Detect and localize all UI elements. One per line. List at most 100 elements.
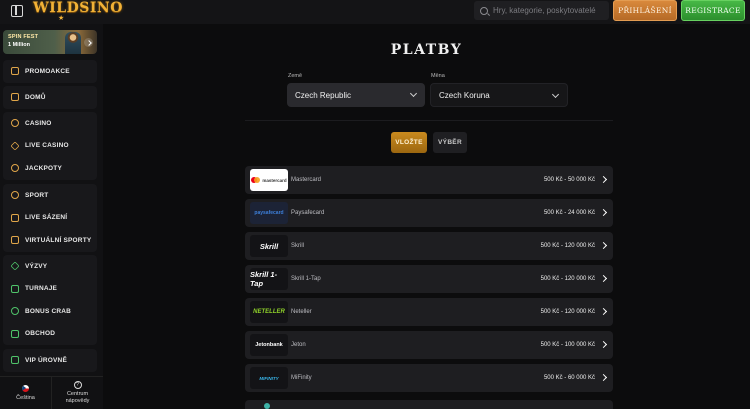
sidebar-item-label: BONUS CRAB [25,307,72,315]
nav-group-vip: VIP ÚROVNĚ [3,349,97,372]
sidebar-item-label: CASINO [25,119,52,127]
skrill-logo: Skrill [250,235,288,257]
sidebar-item-home[interactable]: DOMŮ [3,86,97,109]
mastercard-circles-icon [251,177,261,183]
nav-group-rewards: VÝZVY TURNAJE BONUS CRAB OBCHOD [3,255,97,345]
payment-method-skrill[interactable]: Skrill Skrill 500 Kč - 120 000 Kč [245,232,613,260]
country-select[interactable]: Czech Republic [287,83,425,107]
neteller-logo: NETELLER [250,301,288,323]
sidebar-item-live-betting[interactable]: LIVE SÁZENÍ [3,207,97,230]
sidebar-item-label: OBCHOD [25,330,56,338]
register-button[interactable]: REGISTRACE [681,0,745,21]
payment-method-partial[interactable] [245,400,613,409]
promo-title: SPIN FEST [8,34,39,40]
gift-icon [11,67,19,76]
home-icon [11,93,19,102]
promo-banner[interactable]: SPIN FEST 1 Million [3,30,97,54]
chevron-down-icon [409,89,418,98]
search-icon [480,6,488,15]
chevron-right-icon [599,307,608,316]
payment-method-range: 500 Kč - 100 000 Kč [540,342,595,348]
payment-method-range: 500 Kč - 120 000 Kč [540,276,595,282]
payment-method-jeton[interactable]: Jetonbank Jeton 500 Kč - 100 000 Kč [245,331,613,359]
sidebar-item-jackpots[interactable]: JACKPOTY [3,157,97,180]
payment-method-name: Mastercard [291,177,322,183]
nav-group-casino: CASINO LIVE CASINO JACKPOTY [3,112,97,180]
czech-flag-icon [22,384,29,392]
payment-method-range: 500 Kč - 120 000 Kč [540,243,595,249]
skrill-1tap-logo: Skrill 1-Tap [250,268,288,290]
country-value: Czech Republic [295,90,352,100]
sidebar-footer: Čeština ? Centrum nápovědy [0,376,103,409]
currency-value: Czech Koruna [439,90,490,100]
payment-method-range: 500 Kč - 50 000 Kč [543,177,595,183]
sidebar-item-casino[interactable]: CASINO [3,112,97,135]
sidebar-item-challenges[interactable]: VÝZVY [3,255,97,278]
payment-method-range: 500 Kč - 24 000 Kč [543,210,595,216]
help-label-line1: Centrum [66,391,89,397]
sidebar-item-shop[interactable]: OBCHOD [3,323,97,346]
jetonbank-logo: Jetonbank [250,334,288,356]
search-input[interactable] [493,6,608,15]
login-button[interactable]: PŘIHLÁŠENÍ [613,0,677,21]
mastercard-logo-text: mastercard [262,177,287,183]
nav-group-sport: SPORT LIVE SÁZENÍ VIRTUÁLNÍ SPORTY [3,184,97,252]
language-selector[interactable]: Čeština [0,377,51,409]
nav-group-home: DOMŮ [3,86,97,109]
promo-character-image [65,32,81,54]
sidebar-item-label: LIVE CASINO [25,142,69,150]
tab-withdraw[interactable]: VÝBĚR [433,132,467,153]
crab-icon [11,307,19,316]
chevron-right-icon [599,208,608,217]
payment-method-mifinity[interactable]: MIFINITY MiFinity 500 Kč - 60 000 Kč [245,364,613,392]
sidebar-item-label: VIRTUÁLNÍ SPORTY [25,236,92,244]
payment-method-name: MiFinity [291,375,312,381]
help-center-link[interactable]: ? Centrum nápovědy [51,377,103,409]
sidebar-toggle-icon[interactable] [11,5,23,17]
jackpot-icon [11,164,19,173]
payment-method-neteller[interactable]: NETELLER Neteller 500 Kč - 120 000 Kč [245,298,613,326]
sidebar-item-label: PROMOAKCE [25,67,70,75]
payment-method-name: Jeton [291,342,306,348]
main-content: PLATBY Země Czech Republic Měna Czech Ko… [103,24,750,409]
section-divider [245,120,613,121]
sidebar-item-label: SPORT [25,191,49,199]
search-box[interactable] [474,1,609,20]
payment-method-skrill-1tap[interactable]: Skrill 1-Tap Skrill 1-Tap 500 Kč - 120 0… [245,265,613,293]
currency-select[interactable]: Czech Koruna [430,83,568,107]
payment-method-name: Neteller [291,309,312,315]
payment-method-name: Paysafecard [291,210,325,216]
sidebar-item-live-casino[interactable]: LIVE CASINO [3,135,97,158]
sidebar-item-label: VIP ÚROVNĚ [25,356,67,364]
chevron-right-icon [599,241,608,250]
top-header: WILDSINO ★ PŘIHLÁŠENÍ REGISTRACE [0,0,750,24]
mastercard-logo: mastercard [250,169,288,191]
sidebar-item-promoakce[interactable]: PROMOAKCE [3,60,97,83]
tab-deposit[interactable]: VLOŽTE [391,132,427,153]
casino-chip-icon [11,119,19,128]
payment-method-range: 500 Kč - 120 000 Kč [540,309,595,315]
vip-crown-icon [11,356,19,365]
payment-method-mastercard[interactable]: mastercard Mastercard 500 Kč - 50 000 Kč [245,166,613,194]
promo-arrow-icon[interactable] [84,38,93,47]
sidebar: SPIN FEST 1 Million PROMOAKCE DOMŮ CASIN… [0,24,103,409]
challenge-icon [10,261,20,271]
page-title: PLATBY [390,42,463,58]
sidebar-item-virtual-sports[interactable]: VIRTUÁLNÍ SPORTY [3,229,97,252]
chevron-right-icon [599,274,608,283]
sidebar-item-label: DOMŮ [25,93,46,101]
sidebar-item-sport[interactable]: SPORT [3,184,97,207]
mifinity-logo: MIFINITY [250,367,288,389]
help-label-line2: nápovědy [65,398,90,404]
payment-method-name: Skrill 1-Tap [291,276,321,282]
sidebar-item-label: VÝZVY [25,262,48,270]
trophy-icon [11,284,19,293]
sidebar-item-vip-levels[interactable]: VIP ÚROVNĚ [3,349,97,372]
brand-logo[interactable]: WILDSINO [33,0,123,16]
payment-method-paysafecard[interactable]: paysafecard Paysafecard 500 Kč - 24 000 … [245,199,613,227]
sidebar-item-tournaments[interactable]: TURNAJE [3,278,97,301]
chevron-right-icon [599,340,608,349]
sidebar-item-bonus-crab[interactable]: BONUS CRAB [3,300,97,323]
payment-methods-list: mastercard Mastercard 500 Kč - 50 000 Kč… [245,166,613,397]
live-screen-icon [11,213,19,222]
